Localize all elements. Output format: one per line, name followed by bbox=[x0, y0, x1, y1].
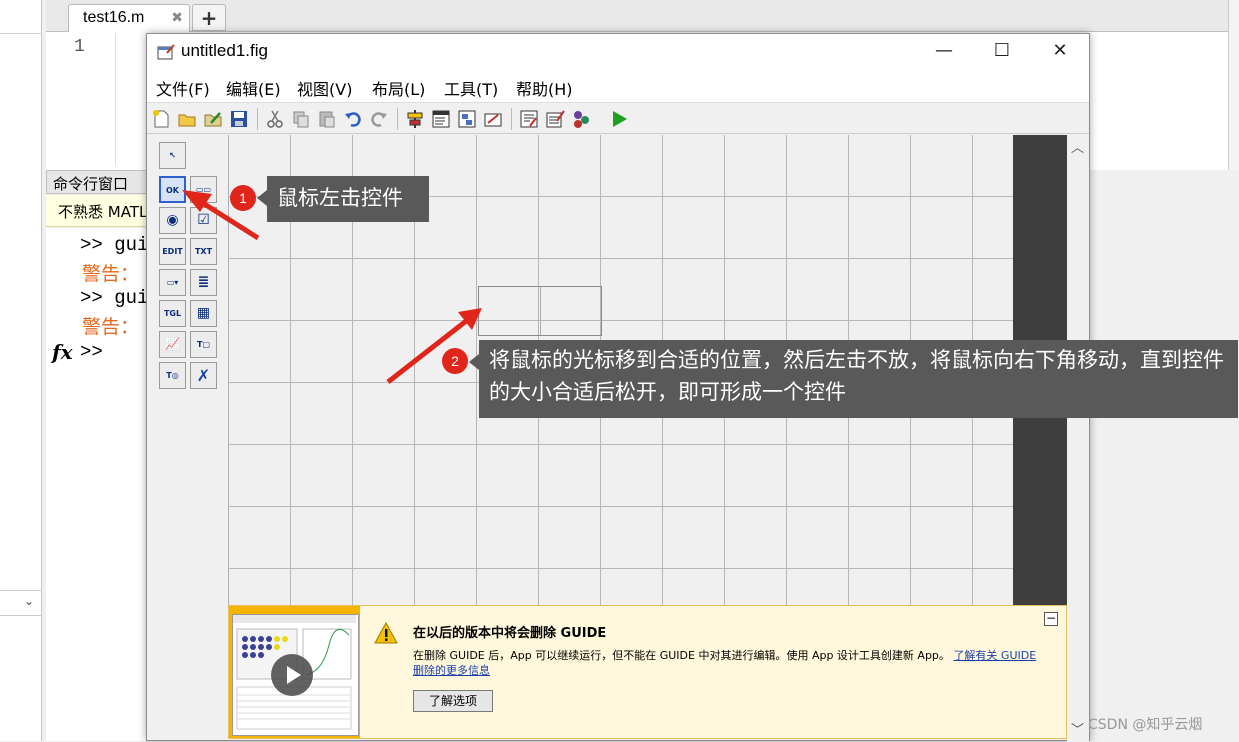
palette-axes-tool[interactable]: 📈 bbox=[159, 331, 186, 358]
learn-options-button[interactable]: 了解选项 bbox=[413, 690, 493, 712]
maximize-button[interactable]: ☐ bbox=[973, 34, 1031, 70]
toolbar-editor-icon[interactable] bbox=[483, 109, 503, 129]
close-button[interactable]: ✕ bbox=[1031, 34, 1089, 70]
vertical-scrollbar[interactable]: ︿ ﹀ bbox=[1067, 135, 1089, 742]
banner-message-text: 在删除 GUIDE 后，App 可以继续运行，但不能在 GUIDE 中对其进行编… bbox=[413, 649, 950, 662]
editor-tab-test16[interactable]: test16.m ✖ bbox=[68, 4, 190, 32]
scroll-up-icon[interactable]: ︿ bbox=[1071, 137, 1084, 156]
step-1-badge: 1 bbox=[230, 185, 256, 211]
copy-icon[interactable] bbox=[291, 109, 311, 129]
line-gutter: 1 bbox=[46, 33, 116, 165]
details-dropdown[interactable]: ⌄ bbox=[0, 590, 42, 616]
paste-icon[interactable] bbox=[317, 109, 337, 129]
palette-listbox-tool[interactable]: ≣ bbox=[190, 269, 217, 296]
palette-table-tool[interactable]: ▦ bbox=[190, 300, 217, 327]
tab-order-editor-icon[interactable] bbox=[457, 109, 477, 129]
warning-line: 警告： bbox=[82, 263, 140, 285]
undo-icon[interactable] bbox=[343, 109, 363, 129]
palette-push-button-tool[interactable]: OK bbox=[159, 176, 186, 203]
menu-tools[interactable]: 工具(T) bbox=[444, 76, 498, 100]
palette-static-text-tool[interactable]: TXT bbox=[190, 238, 217, 265]
palette-toggle-button-tool[interactable]: TGL bbox=[159, 300, 186, 327]
align-objects-icon[interactable] bbox=[405, 109, 425, 129]
palette-popup-menu-tool[interactable]: ▭▾ bbox=[159, 269, 186, 296]
edit-icon[interactable] bbox=[203, 109, 223, 129]
fx-icon[interactable]: fx bbox=[52, 340, 73, 364]
step-2-callout: 将鼠标的光标移到合适的位置，然后左击不放，将鼠标向右下角移动，直到控件的大小合适… bbox=[469, 340, 1238, 418]
palette-edit-text-tool[interactable]: EDIT bbox=[159, 238, 186, 265]
step-2-badge: 2 bbox=[442, 348, 468, 374]
menu-help[interactable]: 帮助(H) bbox=[516, 76, 573, 100]
collapse-banner-button[interactable]: − bbox=[1044, 612, 1058, 626]
current-folder-panel: ⌄ bbox=[0, 0, 42, 741]
menu-layout[interactable]: 布局(L) bbox=[372, 76, 425, 100]
video-thumbnail[interactable] bbox=[229, 606, 360, 738]
menu-bar: 文件(F) 编辑(E) 视图(V) 布局(L) 工具(T) 帮助(H) bbox=[147, 70, 1089, 102]
warning-line: 警告： bbox=[82, 316, 140, 338]
palette-button-group-tool[interactable]: T◎ bbox=[159, 362, 186, 389]
palette-checkbox-tool[interactable]: ☑ bbox=[190, 207, 217, 234]
editor-scrollbar[interactable] bbox=[1228, 0, 1239, 170]
palette-select-tool[interactable]: ↖ bbox=[159, 142, 186, 169]
command-line: >> gui bbox=[80, 287, 149, 309]
palette-radio-button-tool[interactable]: ◉ bbox=[159, 207, 186, 234]
tab-label: test16.m bbox=[83, 9, 145, 26]
close-tab-icon[interactable]: ✖ bbox=[171, 10, 183, 26]
component-palette: ↖ OK ▭▭ ◉ ☑ EDIT TXT ▭▾ ≣ TGL ▦ 📈 T▢ T◎ … bbox=[155, 140, 221, 400]
menu-edit[interactable]: 编辑(E) bbox=[226, 76, 281, 100]
add-tab-button[interactable]: + bbox=[192, 4, 226, 31]
redo-icon[interactable] bbox=[369, 109, 389, 129]
chevron-down-icon: ⌄ bbox=[23, 594, 34, 608]
play-icon[interactable] bbox=[271, 654, 313, 696]
guide-deprecation-banner: 在以后的版本中将会删除 GUIDE 在删除 GUIDE 后，App 可以继续运行… bbox=[228, 605, 1067, 739]
property-inspector-icon[interactable] bbox=[545, 109, 565, 129]
menu-editor-icon[interactable] bbox=[431, 109, 451, 129]
command-window-header: 命令行窗口 bbox=[46, 170, 156, 194]
window-titlebar[interactable]: untitled1.fig — ☐ ✕ bbox=[147, 34, 1089, 70]
palette-panel-tool[interactable]: T▢ bbox=[190, 331, 217, 358]
window-title: untitled1.fig bbox=[181, 41, 268, 60]
scroll-down-icon[interactable]: ﹀ bbox=[1071, 719, 1084, 738]
run-icon[interactable] bbox=[609, 109, 629, 129]
toolbar bbox=[147, 102, 1089, 134]
editor-icon[interactable] bbox=[519, 109, 539, 129]
command-window-info-bar: 不熟悉 MATLAB？请参阅有关快速入门的资源。 bbox=[46, 195, 378, 227]
command-line: >> gui bbox=[80, 234, 149, 256]
warning-icon bbox=[374, 622, 398, 644]
banner-message: 在删除 GUIDE 后，App 可以继续运行，但不能在 GUIDE 中对其进行编… bbox=[413, 648, 1043, 678]
save-icon[interactable] bbox=[229, 109, 249, 129]
figure-file-icon bbox=[157, 44, 175, 60]
command-window-body[interactable]: >> gui 警告： >> gui 警告： fx >> bbox=[46, 228, 156, 741]
cut-icon[interactable] bbox=[265, 109, 285, 129]
line-number: 1 bbox=[74, 37, 85, 57]
watermark: CSDN @知乎云烟 bbox=[1088, 717, 1203, 733]
drawn-control-outline[interactable] bbox=[478, 286, 602, 336]
new-file-icon[interactable] bbox=[151, 109, 171, 129]
open-folder-icon[interactable] bbox=[177, 109, 197, 129]
step-1-callout: 鼠标左击控件 bbox=[257, 176, 429, 222]
object-browser-icon[interactable] bbox=[571, 109, 591, 129]
menu-view[interactable]: 视图(V) bbox=[297, 76, 352, 100]
menu-file[interactable]: 文件(F) bbox=[156, 76, 210, 100]
minimize-button[interactable]: — bbox=[915, 34, 973, 70]
banner-title: 在以后的版本中将会删除 GUIDE bbox=[413, 626, 607, 641]
palette-activex-tool[interactable]: ✗ bbox=[190, 362, 217, 389]
palette-slider-tool[interactable]: ▭▭ bbox=[190, 176, 217, 203]
command-prompt[interactable]: >> bbox=[80, 341, 103, 363]
command-window-title: 命令行窗口 bbox=[53, 175, 129, 193]
